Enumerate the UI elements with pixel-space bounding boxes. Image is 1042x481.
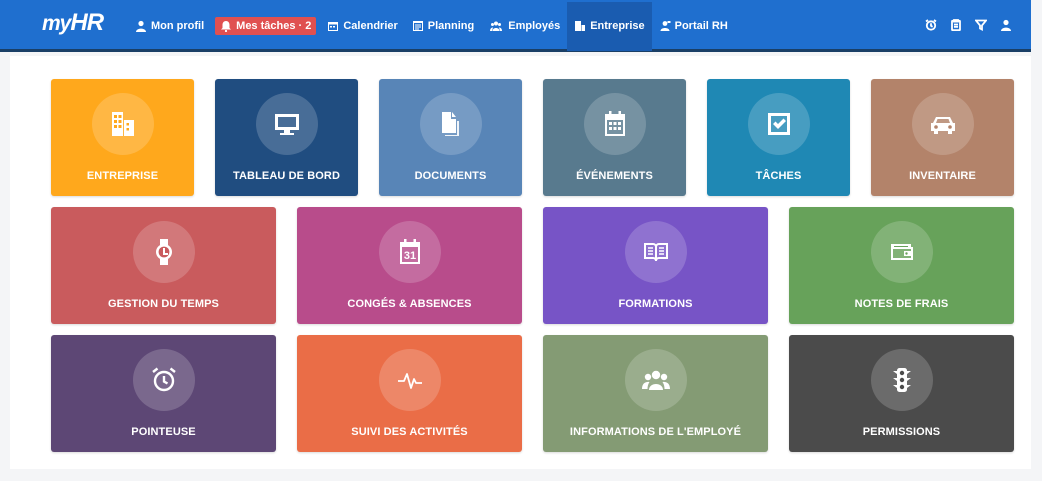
calendar-31-icon: 31 bbox=[399, 239, 420, 264]
svg-text:31: 31 bbox=[403, 250, 415, 262]
tile-pointeuse[interactable]: POINTEUSE bbox=[51, 335, 276, 452]
building-icon bbox=[575, 21, 586, 31]
tile-conges-absences[interactable]: 31 CONGÉS & ABSENCES bbox=[297, 207, 522, 324]
alarm-clock-icon[interactable] bbox=[920, 18, 942, 31]
tile-label: POINTEUSE bbox=[131, 426, 196, 438]
portal-icon bbox=[660, 21, 671, 31]
calendar-icon bbox=[328, 22, 339, 31]
tile-suivi-des-activites[interactable]: SUIVI DES ACTIVITÉS bbox=[297, 335, 522, 452]
users-icon bbox=[490, 21, 503, 31]
wallet-icon bbox=[890, 244, 913, 260]
tile-informations-employe[interactable]: INFORMATIONS DE L'EMPLOYÉ bbox=[543, 335, 768, 452]
tile-inventaire[interactable]: INVENTAIRE bbox=[871, 79, 1014, 196]
user-icon bbox=[136, 20, 146, 32]
tile-gestion-du-temps[interactable]: GESTION DU TEMPS bbox=[51, 207, 276, 324]
tile-evenements[interactable]: ÉVÉNEMENTS bbox=[543, 79, 686, 196]
nav-item-entreprise[interactable]: Entreprise bbox=[567, 1, 652, 51]
alarm-clock-icon bbox=[151, 367, 176, 392]
clipboard-icon[interactable] bbox=[945, 18, 967, 31]
tile-label: DOCUMENTS bbox=[414, 170, 487, 182]
tile-documents[interactable]: DOCUMENTS bbox=[379, 79, 522, 196]
monitor-icon bbox=[274, 114, 299, 135]
building-icon bbox=[111, 112, 134, 136]
nav-item-planning[interactable]: Planning bbox=[405, 2, 481, 51]
toolbar-right bbox=[917, 0, 1017, 49]
nav-item-calendrier[interactable]: Calendrier bbox=[320, 2, 404, 51]
tile-label: SUIVI DES ACTIVITÉS bbox=[351, 426, 468, 438]
bell-icon bbox=[221, 21, 232, 32]
tile-label: FORMATIONS bbox=[618, 298, 693, 310]
nav-item-employes[interactable]: Employés bbox=[481, 2, 567, 51]
users-icon bbox=[641, 370, 670, 390]
tile-entreprise[interactable]: ENTREPRISE bbox=[51, 79, 194, 196]
traffic-light-icon bbox=[892, 368, 911, 392]
filter-icon[interactable] bbox=[970, 19, 992, 31]
book-icon bbox=[643, 243, 668, 262]
tile-label: TABLEAU DE BORD bbox=[232, 170, 340, 182]
nav-item-portail-rh[interactable]: Portail RH bbox=[652, 2, 735, 51]
app-logo[interactable]: myHR bbox=[42, 9, 104, 37]
tile-label: GESTION DU TEMPS bbox=[108, 298, 219, 310]
car-icon bbox=[930, 117, 955, 134]
tile-label: ÉVÉNEMENTS bbox=[576, 170, 653, 182]
tile-label: INVENTAIRE bbox=[909, 170, 976, 182]
tile-formations[interactable]: FORMATIONS bbox=[543, 207, 768, 324]
main-nav: Mon profil Mes tâches · 2 Calendrier Pla… bbox=[128, 0, 735, 52]
tile-permissions[interactable]: PERMISSIONS bbox=[789, 335, 1014, 452]
planning-icon bbox=[412, 21, 423, 31]
calendar-icon bbox=[604, 111, 625, 136]
nav-item-mon-profil[interactable]: Mon profil bbox=[128, 2, 211, 51]
tile-label: ENTREPRISE bbox=[86, 170, 159, 182]
nav-item-mes-taches[interactable]: Mes tâches · 2 bbox=[215, 17, 317, 35]
tile-label: PERMISSIONS bbox=[862, 426, 941, 438]
watch-icon bbox=[155, 239, 172, 265]
checkbox-icon bbox=[767, 113, 790, 135]
tile-notes-de-frais[interactable]: NOTES DE FRAIS bbox=[789, 207, 1014, 324]
top-navigation-bar: myHR Mon profil Mes tâches · 2 Calendrie… bbox=[0, 0, 1031, 52]
tile-label: NOTES DE FRAIS bbox=[854, 298, 949, 310]
tile-label: TÂCHES bbox=[755, 170, 802, 182]
tile-taches[interactable]: TÂCHES bbox=[707, 79, 850, 196]
tile-label: INFORMATIONS DE L'EMPLOYÉ bbox=[569, 426, 742, 438]
documents-icon bbox=[441, 112, 459, 136]
user-icon[interactable] bbox=[995, 19, 1017, 31]
tile-tableau-de-bord[interactable]: TABLEAU DE BORD bbox=[215, 79, 358, 196]
tile-label: CONGÉS & ABSENCES bbox=[347, 298, 472, 310]
activity-icon bbox=[397, 373, 422, 389]
